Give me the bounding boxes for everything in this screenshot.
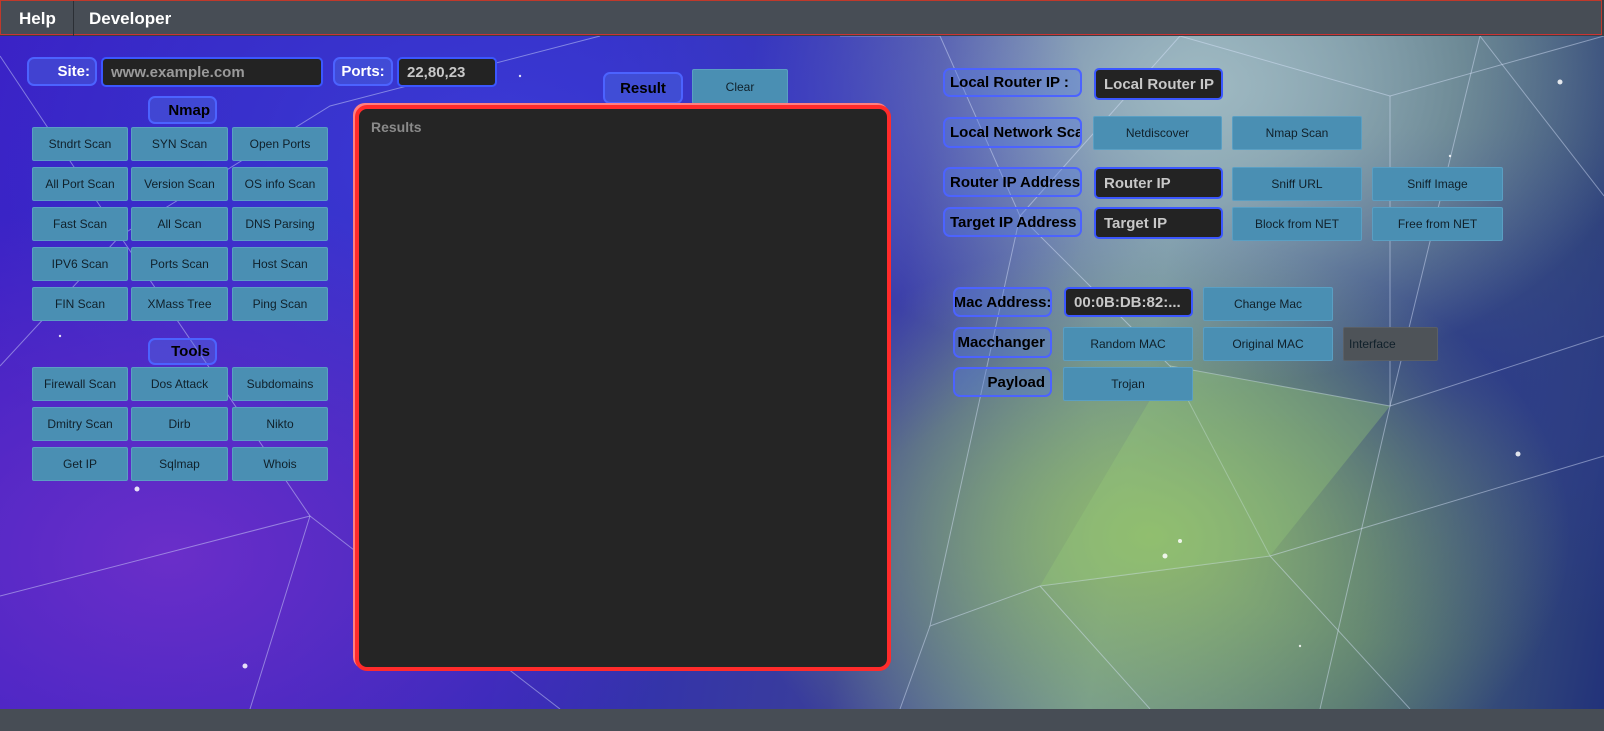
get-ip-button[interactable]: Get IP: [32, 447, 128, 481]
dos-attack-button[interactable]: Dos Attack: [131, 367, 228, 401]
nmap-scan-button[interactable]: Nmap Scan: [1232, 116, 1362, 150]
syn-scan-button[interactable]: SYN Scan: [131, 127, 228, 161]
dirb-button[interactable]: Dirb: [131, 407, 228, 441]
ports-input[interactable]: 22,80,23: [397, 57, 497, 87]
ports-scan-button[interactable]: Ports Scan: [131, 247, 228, 281]
ping-scan-button[interactable]: Ping Scan: [232, 287, 328, 321]
mac-address-field[interactable]: 00:0B:DB:82:...: [1064, 287, 1193, 317]
host-scan-button[interactable]: Host Scan: [232, 247, 328, 281]
local-network-scan-label: Local Network Scan: [943, 117, 1082, 148]
trojan-button[interactable]: Trojan: [1063, 367, 1193, 401]
stndrt-scan-button[interactable]: Stndrt Scan: [32, 127, 128, 161]
dns-parsing-button[interactable]: DNS Parsing: [232, 207, 328, 241]
target-ip-address-label: Target IP Address: [943, 207, 1082, 237]
router-ip-field[interactable]: Router IP: [1094, 167, 1223, 199]
nikto-button[interactable]: Nikto: [232, 407, 328, 441]
clear-button[interactable]: Clear: [692, 69, 788, 104]
all-scan-button[interactable]: All Scan: [131, 207, 228, 241]
netdiscover-button[interactable]: Netdiscover: [1093, 116, 1222, 150]
router-ip-address-label: Router IP Address: [943, 167, 1082, 197]
ports-label: Ports:: [333, 57, 393, 86]
nmap-header: Nmap: [148, 96, 217, 124]
tools-header: Tools: [148, 338, 217, 365]
local-router-ip-label: Local Router IP :: [943, 68, 1082, 97]
sniff-image-button[interactable]: Sniff Image: [1372, 167, 1503, 201]
target-ip-field[interactable]: Target IP: [1094, 207, 1223, 239]
menu-help[interactable]: Help: [3, 1, 72, 36]
interface-select[interactable]: Interface: [1343, 327, 1438, 361]
menu-developer[interactable]: Developer: [73, 1, 187, 36]
site-label: Site:: [27, 57, 97, 86]
original-mac-button[interactable]: Original MAC: [1203, 327, 1333, 361]
mac-address-label: Mac Address:: [953, 287, 1052, 317]
site-input[interactable]: www.example.com: [101, 57, 323, 87]
firewall-scan-button[interactable]: Firewall Scan: [32, 367, 128, 401]
free-from-net-button[interactable]: Free from NET: [1372, 207, 1503, 241]
dmitry-scan-button[interactable]: Dmitry Scan: [32, 407, 128, 441]
change-mac-button[interactable]: Change Mac: [1203, 287, 1333, 321]
random-mac-button[interactable]: Random MAC: [1063, 327, 1193, 361]
macchanger-label: Macchanger: [953, 327, 1052, 358]
results-title: Results: [371, 119, 422, 135]
fin-scan-button[interactable]: FIN Scan: [32, 287, 128, 321]
result-label: Result: [603, 72, 683, 104]
block-from-net-button[interactable]: Block from NET: [1232, 207, 1362, 241]
sniff-url-button[interactable]: Sniff URL: [1232, 167, 1362, 201]
menu-bar: Help Developer: [0, 0, 1602, 36]
local-router-ip-field[interactable]: Local Router IP: [1094, 68, 1223, 100]
version-scan-button[interactable]: Version Scan: [131, 167, 228, 201]
subdomains-button[interactable]: Subdomains: [232, 367, 328, 401]
xmass-tree-button[interactable]: XMass Tree: [131, 287, 228, 321]
fast-scan-button[interactable]: Fast Scan: [32, 207, 128, 241]
os-info-scan-button[interactable]: OS info Scan: [232, 167, 328, 201]
all-port-scan-button[interactable]: All Port Scan: [32, 167, 128, 201]
results-panel[interactable]: Results: [355, 105, 891, 671]
open-ports-button[interactable]: Open Ports: [232, 127, 328, 161]
whois-button[interactable]: Whois: [232, 447, 328, 481]
ipv6-scan-button[interactable]: IPV6 Scan: [32, 247, 128, 281]
sqlmap-button[interactable]: Sqlmap: [131, 447, 228, 481]
payload-label: Payload: [953, 367, 1052, 397]
status-bar: [0, 709, 1604, 731]
